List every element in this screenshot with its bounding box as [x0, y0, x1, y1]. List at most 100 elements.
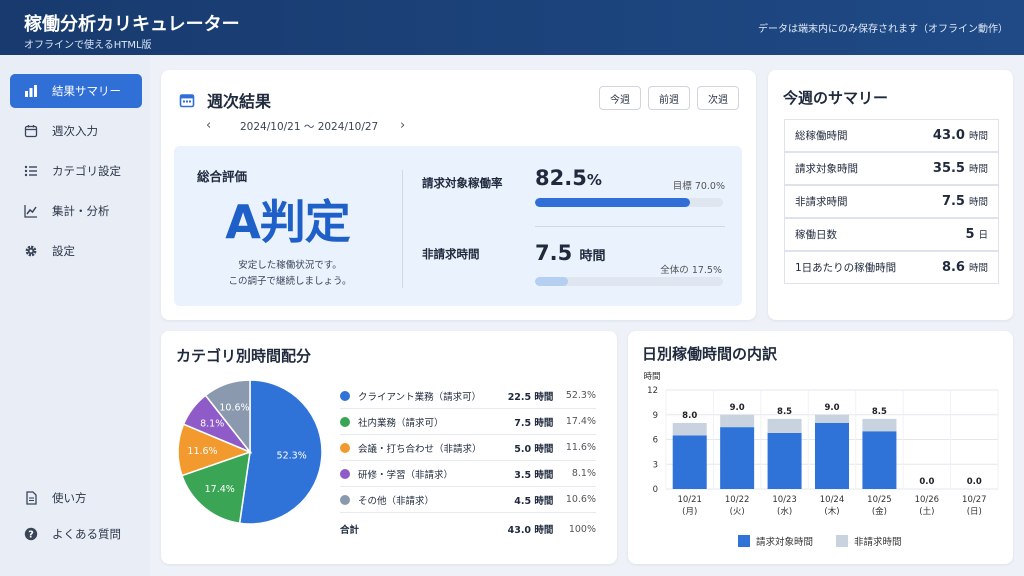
bar-segment	[767, 432, 802, 489]
category-pct: 8.1%	[571, 468, 596, 479]
nonbillable-number: 7.5	[535, 241, 573, 265]
summary-row-value: 7.5 時間	[942, 194, 988, 209]
category-pie-chart: 52.3% 17.4% 11.6% 8.1% 10.6%	[177, 379, 323, 525]
category-label: 会議・打ち合わせ（非請求）	[358, 443, 482, 455]
list-icon	[24, 164, 38, 178]
x-tick-label: 10/24	[820, 495, 845, 505]
summary-row-value: 8.6 時間	[942, 260, 988, 275]
summary-value-number: 5	[965, 227, 975, 242]
prev-week-chevron-icon[interactable]: ‹	[206, 118, 211, 133]
summary-row-label: 1日あたりの稼働時間	[795, 262, 897, 274]
summary-value-number: 35.5	[932, 161, 965, 176]
x-tick-label: 10/21	[677, 495, 702, 505]
nonbillable-bar	[535, 277, 723, 286]
x-tick-label: 10/27	[962, 495, 987, 505]
summary-row: 総稼働時間 43.0 時間	[784, 119, 999, 152]
category-dot	[340, 390, 350, 401]
category-pct: 11.6%	[565, 442, 596, 453]
y-tick-label: 12	[647, 386, 658, 396]
line-chart-icon	[24, 204, 38, 218]
x-tick-label: 10/22	[725, 495, 750, 505]
prev-week-button[interactable]: 前週	[648, 86, 690, 110]
category-hours: 3.5 時間	[514, 469, 554, 481]
sidebar-item-howto[interactable]: 使い方	[10, 481, 142, 515]
grade-message-2: この調子で継続しましょう。	[228, 276, 352, 287]
category-label: 社内業務（請求可）	[358, 417, 444, 429]
weekly-title: 週次結果	[207, 92, 272, 111]
y-tick-label: 3	[653, 460, 658, 470]
category-dot	[340, 494, 350, 505]
sidebar-item-faq[interactable]: ? よくある質問	[10, 517, 142, 551]
summary-value-unit: 時間	[968, 164, 988, 175]
nonbillable-unit: 時間	[579, 249, 606, 264]
y-tick-label: 6	[653, 436, 658, 446]
x-tick-label: (水)	[777, 506, 792, 517]
category-row: 研修・学習（非請求） 3.5 時間 8.1%	[340, 461, 596, 487]
category-total-row: 合計 43.0 時間 100%	[340, 516, 596, 542]
category-label: その他（非請求）	[358, 495, 435, 507]
bar-total-label: 9.0	[730, 403, 745, 413]
y-tick-label: 0	[653, 485, 658, 495]
x-tick-label: 10/26	[915, 495, 940, 505]
next-week-chevron-icon[interactable]: ›	[400, 118, 405, 133]
calendar-icon	[179, 92, 195, 112]
category-label: クライアント業務（請求可）	[358, 391, 482, 403]
category-hours: 22.5 時間	[507, 391, 554, 403]
summary-row: 1日あたりの稼働時間 8.6 時間	[784, 251, 999, 284]
panel-row-divider	[535, 226, 725, 227]
summary-row-label: 請求対象時間	[795, 163, 858, 175]
pie-slice-label: 52.3%	[277, 451, 307, 462]
billable-rate-unit: %	[586, 171, 602, 189]
x-tick-label: 10/23	[772, 495, 797, 505]
summary-value-number: 43.0	[932, 128, 965, 143]
gear-icon	[24, 244, 38, 258]
nonbillable-bar-fill	[535, 277, 568, 286]
bar-total-label: 0.0	[967, 477, 982, 487]
x-tick-label: (土)	[919, 506, 934, 517]
category-dot	[340, 442, 350, 453]
category-row: 社内業務（請求可） 7.5 時間 17.4%	[340, 409, 596, 435]
bar-total-label: 9.0	[824, 403, 839, 413]
category-hours: 7.5 時間	[514, 417, 554, 429]
summary-row-label: 非請求時間	[795, 196, 848, 208]
bar-segment	[720, 427, 755, 489]
grade-text: A判定	[225, 195, 351, 249]
app-title: 稼働分析カリキュレーター	[24, 14, 240, 35]
billable-rate-bar	[535, 198, 723, 207]
sidebar-item-weekly-input[interactable]: 週次入力	[10, 114, 142, 148]
x-tick-label: (火)	[730, 507, 745, 517]
summary-value-unit: 時間	[968, 131, 988, 142]
legend-swatch	[836, 535, 848, 547]
sidebar-item-label: 結果サマリー	[52, 84, 121, 98]
y-axis-label: 時間	[643, 372, 660, 382]
sidebar-item-category-settings[interactable]: カテゴリ設定	[10, 154, 142, 188]
sidebar-item-analysis[interactable]: 集計・分析	[10, 194, 142, 228]
bar-segment	[862, 418, 897, 432]
help-icon: ?	[24, 527, 38, 541]
summary-row-value: 43.0 時間	[933, 128, 988, 143]
pie-slice-label: 11.6%	[187, 446, 217, 457]
summary-row-label: 総稼働時間	[795, 130, 848, 142]
sidebar-item-summary[interactable]: 結果サマリー	[10, 74, 142, 108]
bar-segment	[815, 414, 849, 423]
summary-value-number: 7.5	[941, 194, 965, 209]
x-tick-label: 10/25	[867, 495, 892, 505]
pie-slice-label: 10.6%	[219, 403, 249, 414]
legend-label: 請求対象時間	[756, 536, 813, 548]
summary-row: 非請求時間 7.5 時間	[784, 185, 999, 218]
bar-total-label: 8.0	[682, 411, 697, 421]
this-week-button[interactable]: 今週	[599, 86, 641, 110]
sidebar-item-label: 使い方	[52, 491, 87, 505]
next-week-button[interactable]: 次週	[697, 86, 739, 110]
sidebar-item-settings[interactable]: 設定	[10, 234, 142, 268]
category-hours: 4.5 時間	[514, 495, 554, 507]
pie-slice-label: 17.4%	[205, 484, 235, 495]
daily-bar-chart: 時間 0 3 6 9 12 8.0 10/21 (月) 9.0 10/22 (火) 8.5 10/23(水…	[643, 372, 999, 548]
summary-title: 今週のサマリー	[783, 89, 889, 107]
app-subtitle: オフラインで使えるHTML版	[24, 40, 152, 51]
bar-segment	[672, 435, 707, 489]
sidebar-item-label: 週次入力	[52, 124, 98, 138]
calendar-icon	[24, 124, 38, 138]
summary-value-unit: 時間	[968, 263, 988, 274]
summary-row-value: 5日	[965, 227, 988, 242]
